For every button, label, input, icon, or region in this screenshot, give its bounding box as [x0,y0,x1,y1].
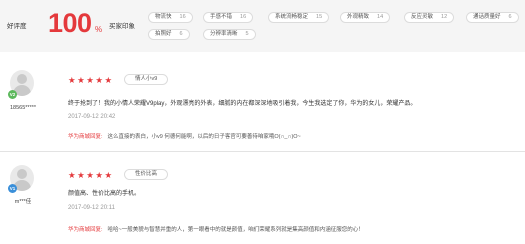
impression-tag-count: 12 [441,14,448,20]
impression-tag-label: 外观精致 [347,14,370,20]
review-divider [0,151,525,152]
impression-tag-count: 16 [179,14,186,20]
reply-author: 华为商城回复: [68,134,103,140]
impression-tag-count: 6 [508,14,512,20]
good-rate-unit: % [95,25,103,34]
impression-tag[interactable]: 系统流畅稳定 15 [268,12,330,23]
impression-tag[interactable]: 物流快 16 [148,12,193,23]
merchant-reply: 华为商城回复: 哈哈~一般美貌与智慧并重的人，第一眼看中的就是颜值，咱们荣耀系列就… [68,225,364,233]
username: 18565***** [10,105,36,111]
impression-tag-label: 反应灵敏 [411,14,434,20]
merchant-reply: 华为商城回复: 这么直接的表白，小v9 何德何能啊，以后的日子客官可要善待咱家哦O… [68,132,301,140]
impression-tag-label: 手感不错 [210,14,233,20]
impression-tag-count: 6 [179,31,183,37]
reply-text: 哈哈~一般美貌与智慧并重的人，第一眼看中的就是颜值，咱们荣耀系列就是集高颜值和内… [107,227,364,233]
impression-tag[interactable]: 通话质量好 6 [466,12,519,23]
star-rating: ★★★★★ [68,75,114,85]
impression-tag-count: 15 [316,14,323,20]
review-text: 颜值高、性价比高的手机。 [68,191,141,197]
impression-tag-label: 拍照好 [155,31,172,37]
review-text: 终于抢到了！我的小情人荣耀V9play，外观漂亮的外表，细腻的内在都深深地吸引着… [68,101,417,107]
good-rate-label: 好评度 [7,23,27,30]
reply-author: 华为商城回复: [68,227,103,233]
impression-tag-count: 14 [377,14,384,20]
impression-label: 买家印象 [109,23,135,30]
rating-summary: 好评度 100 % 买家印象 物流快 16 手感不错 16 系统流畅稳定 15 外观精… [0,0,525,52]
star-rating: ★★★★★ [68,170,114,180]
review-date: 2017-09-12 20:42 [68,114,116,120]
impression-tag[interactable]: 拍照好 6 [148,29,190,40]
vip-badge: V2 [8,90,17,99]
impression-tag-count: 5 [245,31,249,37]
impression-tag[interactable]: 手感不错 16 [203,12,254,23]
username: m***佳 [14,199,32,205]
impression-tag-label: 通话质量好 [473,14,501,20]
vip-badge: V1 [8,184,17,193]
review-date: 2017-09-12 20:11 [68,205,115,211]
impression-tag[interactable]: 反应灵敏 12 [404,12,455,23]
impression-tag-label: 物流快 [155,14,172,20]
reply-text: 这么直接的表白，小v9 何德何能啊，以后的日子客官可要善待咱家哦O(∩_∩)O~ [107,134,301,140]
review-tag: 性价比高 [124,169,169,180]
impression-tag-count: 16 [240,14,247,20]
impression-tag[interactable]: 外观精致 14 [340,12,391,23]
impression-tag-label: 系统流畅稳定 [275,14,309,20]
impression-tag[interactable]: 分辨率清晰 5 [203,29,256,40]
impression-tag-label: 分辨率清晰 [210,31,238,37]
review-tag: 情人小v9 [124,74,169,85]
good-rate-value: 100 [48,8,92,38]
